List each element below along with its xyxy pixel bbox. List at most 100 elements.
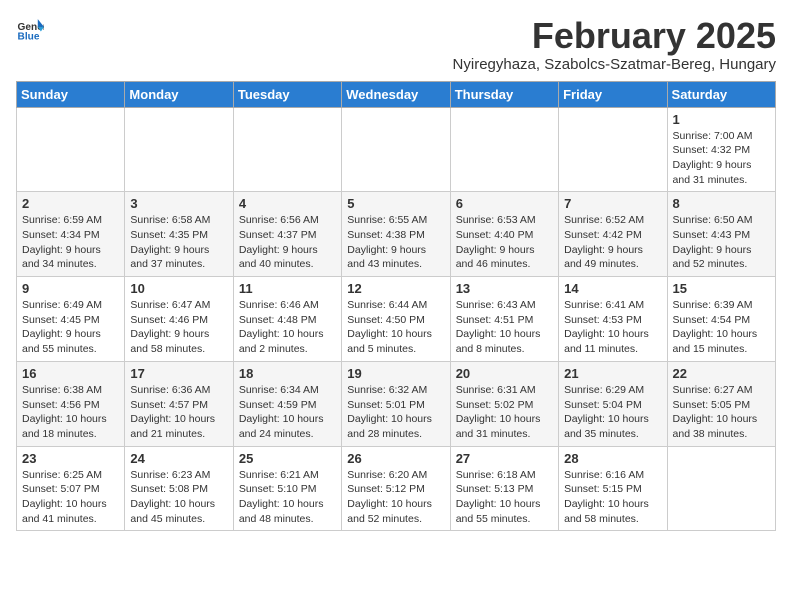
calendar-week-5: 23Sunrise: 6:25 AM Sunset: 5:07 PM Dayli… [17, 446, 776, 531]
calendar-cell [233, 107, 341, 192]
day-number: 15 [673, 281, 770, 296]
calendar-cell: 16Sunrise: 6:38 AM Sunset: 4:56 PM Dayli… [17, 361, 125, 446]
day-number: 3 [130, 196, 227, 211]
day-info: Sunrise: 6:52 AM Sunset: 4:42 PM Dayligh… [564, 213, 661, 272]
calendar-cell: 4 Sunrise: 6:56 AM Sunset: 4:37 PM Daylig… [233, 192, 341, 277]
day-info: Sunrise: 6:25 AM Sunset: 5:07 PM Dayligh… [22, 468, 119, 527]
calendar-cell [342, 107, 450, 192]
day-number: 28 [564, 451, 661, 466]
calendar-cell: 6Sunrise: 6:53 AM Sunset: 4:40 PM Daylig… [450, 192, 558, 277]
calendar-cell: 24 Sunrise: 6:23 AM Sunset: 5:08 PM Dayli… [125, 446, 233, 531]
weekday-header-wednesday: Wednesday [342, 81, 450, 107]
calendar-cell [450, 107, 558, 192]
day-info: Sunrise: 6:55 AM Sunset: 4:38 PM Dayligh… [347, 213, 444, 272]
day-info: Sunrise: 6:44 AM Sunset: 4:50 PM Dayligh… [347, 298, 444, 357]
day-info: Sunrise: 6:21 AM Sunset: 5:10 PM Dayligh… [239, 468, 336, 527]
calendar-cell: 17 Sunrise: 6:36 AM Sunset: 4:57 PM Dayli… [125, 361, 233, 446]
calendar-cell: 18 Sunrise: 6:34 AM Sunset: 4:59 PM Dayli… [233, 361, 341, 446]
day-info: Sunrise: 7:00 AM Sunset: 4:32 PM Dayligh… [673, 129, 770, 188]
logo-icon: General Blue [16, 16, 44, 44]
day-info: Sunrise: 6:50 AM Sunset: 4:43 PM Dayligh… [673, 213, 770, 272]
calendar-cell: 9Sunrise: 6:49 AM Sunset: 4:45 PM Daylig… [17, 277, 125, 362]
page-header: General Blue February 2025 Nyiregyhaza, … [16, 16, 776, 73]
calendar-cell: 26 Sunrise: 6:20 AM Sunset: 5:12 PM Dayli… [342, 446, 450, 531]
day-number: 10 [130, 281, 227, 296]
day-number: 22 [673, 366, 770, 381]
calendar-cell: 13 Sunrise: 6:43 AM Sunset: 4:51 PM Dayli… [450, 277, 558, 362]
calendar-cell: 25 Sunrise: 6:21 AM Sunset: 5:10 PM Dayli… [233, 446, 341, 531]
day-number: 1 [673, 112, 770, 127]
calendar-cell [17, 107, 125, 192]
day-number: 18 [239, 366, 336, 381]
day-number: 4 [239, 196, 336, 211]
weekday-header-monday: Monday [125, 81, 233, 107]
calendar-cell: 27 Sunrise: 6:18 AM Sunset: 5:13 PM Dayli… [450, 446, 558, 531]
weekday-header-sunday: Sunday [17, 81, 125, 107]
day-number: 8 [673, 196, 770, 211]
calendar-cell: 3 Sunrise: 6:58 AM Sunset: 4:35 PM Daylig… [125, 192, 233, 277]
day-number: 7 [564, 196, 661, 211]
day-number: 20 [456, 366, 553, 381]
calendar-cell: 21 Sunrise: 6:29 AM Sunset: 5:04 PM Dayli… [559, 361, 667, 446]
weekday-header-friday: Friday [559, 81, 667, 107]
day-info: Sunrise: 6:41 AM Sunset: 4:53 PM Dayligh… [564, 298, 661, 357]
calendar-cell: 5 Sunrise: 6:55 AM Sunset: 4:38 PM Daylig… [342, 192, 450, 277]
day-number: 17 [130, 366, 227, 381]
day-info: Sunrise: 6:36 AM Sunset: 4:57 PM Dayligh… [130, 383, 227, 442]
calendar-body: 1 Sunrise: 7:00 AM Sunset: 4:32 PM Daylig… [17, 107, 776, 531]
day-info: Sunrise: 6:58 AM Sunset: 4:35 PM Dayligh… [130, 213, 227, 272]
day-info: Sunrise: 6:43 AM Sunset: 4:51 PM Dayligh… [456, 298, 553, 357]
day-info: Sunrise: 6:29 AM Sunset: 5:04 PM Dayligh… [564, 383, 661, 442]
day-info: Sunrise: 6:46 AM Sunset: 4:48 PM Dayligh… [239, 298, 336, 357]
day-number: 12 [347, 281, 444, 296]
day-number: 25 [239, 451, 336, 466]
day-number: 19 [347, 366, 444, 381]
calendar-cell: 2Sunrise: 6:59 AM Sunset: 4:34 PM Daylig… [17, 192, 125, 277]
day-number: 9 [22, 281, 119, 296]
day-number: 24 [130, 451, 227, 466]
calendar-week-4: 16Sunrise: 6:38 AM Sunset: 4:56 PM Dayli… [17, 361, 776, 446]
weekday-header-saturday: Saturday [667, 81, 775, 107]
day-number: 2 [22, 196, 119, 211]
day-info: Sunrise: 6:18 AM Sunset: 5:13 PM Dayligh… [456, 468, 553, 527]
day-number: 5 [347, 196, 444, 211]
day-info: Sunrise: 6:31 AM Sunset: 5:02 PM Dayligh… [456, 383, 553, 442]
day-info: Sunrise: 6:20 AM Sunset: 5:12 PM Dayligh… [347, 468, 444, 527]
day-number: 26 [347, 451, 444, 466]
logo: General Blue [16, 16, 44, 44]
calendar-cell: 14 Sunrise: 6:41 AM Sunset: 4:53 PM Dayli… [559, 277, 667, 362]
calendar-cell: 12 Sunrise: 6:44 AM Sunset: 4:50 PM Dayli… [342, 277, 450, 362]
day-number: 16 [22, 366, 119, 381]
calendar-cell: 15 Sunrise: 6:39 AM Sunset: 4:54 PM Dayli… [667, 277, 775, 362]
calendar-cell: 23Sunrise: 6:25 AM Sunset: 5:07 PM Dayli… [17, 446, 125, 531]
calendar-cell: 1 Sunrise: 7:00 AM Sunset: 4:32 PM Daylig… [667, 107, 775, 192]
calendar-week-2: 2Sunrise: 6:59 AM Sunset: 4:34 PM Daylig… [17, 192, 776, 277]
day-info: Sunrise: 6:23 AM Sunset: 5:08 PM Dayligh… [130, 468, 227, 527]
weekday-header-thursday: Thursday [450, 81, 558, 107]
calendar-cell: 19 Sunrise: 6:32 AM Sunset: 5:01 PM Dayli… [342, 361, 450, 446]
calendar-cell: 8 Sunrise: 6:50 AM Sunset: 4:43 PM Daylig… [667, 192, 775, 277]
day-number: 14 [564, 281, 661, 296]
calendar-table: SundayMondayTuesdayWednesdayThursdayFrid… [16, 81, 776, 532]
day-info: Sunrise: 6:47 AM Sunset: 4:46 PM Dayligh… [130, 298, 227, 357]
location-subtitle: Nyiregyhaza, Szabolcs-Szatmar-Bereg, Hun… [453, 56, 776, 73]
day-number: 13 [456, 281, 553, 296]
day-info: Sunrise: 6:34 AM Sunset: 4:59 PM Dayligh… [239, 383, 336, 442]
calendar-cell: 20 Sunrise: 6:31 AM Sunset: 5:02 PM Dayli… [450, 361, 558, 446]
calendar-cell: 28Sunrise: 6:16 AM Sunset: 5:15 PM Dayli… [559, 446, 667, 531]
day-number: 6 [456, 196, 553, 211]
day-info: Sunrise: 6:27 AM Sunset: 5:05 PM Dayligh… [673, 383, 770, 442]
day-info: Sunrise: 6:32 AM Sunset: 5:01 PM Dayligh… [347, 383, 444, 442]
calendar-cell: 10 Sunrise: 6:47 AM Sunset: 4:46 PM Dayli… [125, 277, 233, 362]
calendar-cell [667, 446, 775, 531]
day-info: Sunrise: 6:56 AM Sunset: 4:37 PM Dayligh… [239, 213, 336, 272]
weekday-header-tuesday: Tuesday [233, 81, 341, 107]
day-number: 11 [239, 281, 336, 296]
svg-text:Blue: Blue [18, 31, 40, 42]
calendar-cell [559, 107, 667, 192]
day-number: 21 [564, 366, 661, 381]
calendar-cell: 22 Sunrise: 6:27 AM Sunset: 5:05 PM Dayli… [667, 361, 775, 446]
month-title: February 2025 [453, 16, 776, 56]
day-number: 27 [456, 451, 553, 466]
day-info: Sunrise: 6:39 AM Sunset: 4:54 PM Dayligh… [673, 298, 770, 357]
